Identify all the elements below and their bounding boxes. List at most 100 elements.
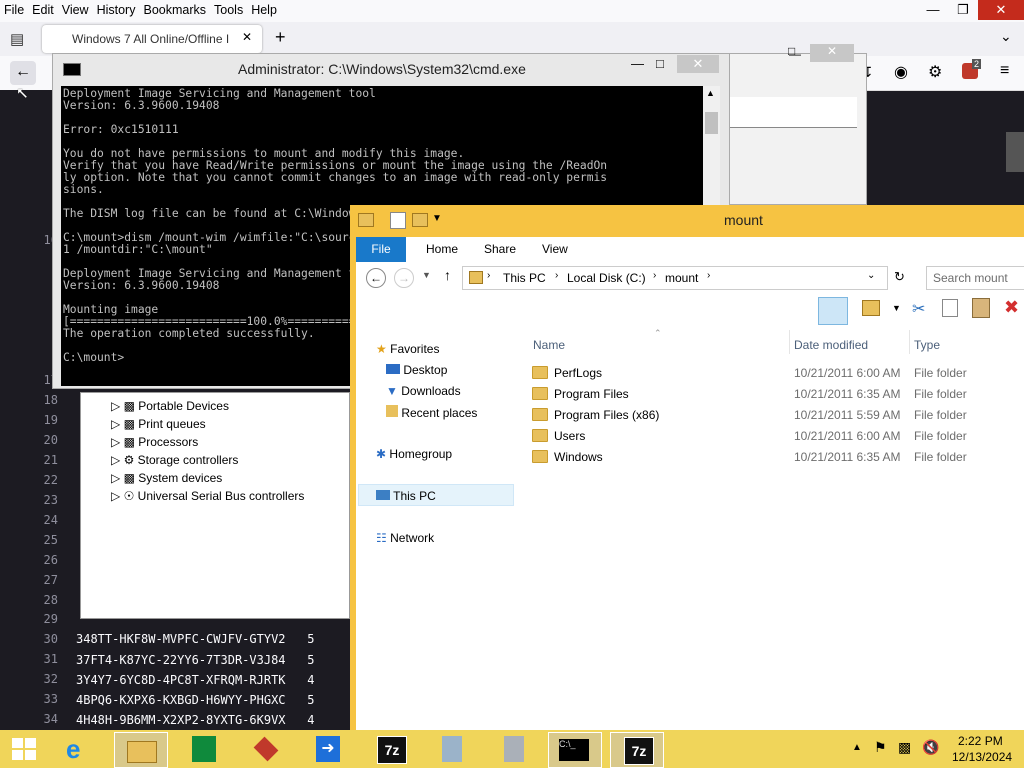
minimize-icon[interactable]: — — [631, 56, 644, 71]
column-header-date[interactable]: Date modified — [794, 338, 868, 352]
restore-icon[interactable]: ❐ — [948, 0, 978, 20]
clock-date[interactable]: 12/13/2024 — [952, 750, 1012, 764]
list-item[interactable]: Program Files (x86) 10/21/2011 5:59 AM Fil… — [356, 405, 1024, 426]
chevron-right-icon: › — [653, 270, 657, 281]
tab-close-icon[interactable]: ✕ — [242, 30, 252, 44]
tree-item[interactable]: ▷ ☉ Universal Serial Bus controllers — [111, 489, 304, 503]
line-number: 33 — [43, 692, 58, 706]
ie-taskbar-icon[interactable]: e — [54, 732, 106, 766]
close-icon[interactable]: ✕ — [810, 44, 854, 62]
up-icon[interactable]: ↑ — [444, 267, 451, 283]
breadcrumb-localdisk[interactable]: Local Disk (C:) — [567, 271, 646, 285]
new-folder-icon[interactable] — [412, 213, 428, 227]
tab-list-icon[interactable]: ▤ — [10, 30, 24, 48]
address-bar[interactable]: › This PC › Local Disk (C:) › mount › ⌄ — [462, 266, 888, 290]
preview-pane-icon[interactable] — [818, 297, 848, 325]
account-icon[interactable]: ◉ — [894, 62, 908, 82]
background-window-pane — [729, 97, 857, 128]
chevron-down-icon[interactable]: ⌄ — [1000, 28, 1012, 45]
column-divider[interactable] — [789, 330, 790, 354]
tree-item[interactable]: ▷ ▩ Processors — [111, 435, 198, 449]
tab-file[interactable]: File — [356, 237, 406, 262]
paste-icon[interactable] — [972, 298, 990, 318]
menu-bookmarks[interactable]: Bookmarks — [139, 0, 210, 17]
explorer-titlebar[interactable]: ▼ mount — [350, 205, 1024, 235]
menu-help[interactable]: Help — [247, 0, 281, 17]
tab-share[interactable]: Share — [484, 242, 516, 256]
nav-network[interactable]: ☷ Network — [376, 531, 434, 545]
explorer-taskbar-icon[interactable] — [114, 732, 168, 768]
close-icon[interactable]: ✕ — [677, 55, 719, 73]
cut-icon[interactable]: ✂ — [912, 299, 925, 319]
list-item[interactable]: PerfLogs 10/21/2011 6:00 AM File folder — [356, 363, 1024, 384]
refresh-icon[interactable]: ↻ — [894, 269, 905, 285]
store-taskbar-icon[interactable] — [178, 732, 230, 766]
forward-icon[interactable]: → — [394, 268, 414, 288]
column-header-name[interactable]: Name — [533, 338, 565, 352]
chevron-down-icon[interactable]: ⌄ — [867, 270, 875, 281]
tab-title: Windows 7 All Online/Offline I — [72, 32, 230, 46]
tree-item[interactable]: ▷ ▩ System devices — [111, 471, 222, 485]
nav-favorites[interactable]: ★ Favorites — [376, 342, 439, 356]
nav-thispc[interactable]: This PC — [376, 489, 436, 503]
close-icon[interactable]: ✕ — [978, 0, 1024, 20]
clock-time[interactable]: 2:22 PM — [958, 734, 1003, 748]
menu-history[interactable]: History — [93, 0, 140, 17]
ribbon-tabs: File Home Share View — [356, 237, 1024, 262]
copy-icon[interactable] — [942, 299, 958, 317]
menu-file[interactable]: File — [0, 0, 28, 17]
cmd-titlebar[interactable]: Administrator: C:\Windows\System32\cmd.e… — [53, 54, 729, 84]
back-icon[interactable]: ← — [10, 61, 36, 85]
app2-taskbar-icon[interactable]: ➜ — [302, 732, 354, 766]
app3-taskbar-icon[interactable] — [426, 732, 478, 766]
menu-tools[interactable]: Tools — [210, 0, 247, 17]
extensions-icon[interactable]: ⚙ — [928, 62, 942, 82]
delete-icon[interactable]: ✖ — [1004, 297, 1019, 318]
line-number: 19 — [43, 413, 58, 427]
tab-home[interactable]: Home — [426, 242, 458, 256]
recent-locations-icon[interactable]: ▼ — [422, 270, 431, 280]
column-divider[interactable] — [909, 330, 910, 354]
list-item[interactable]: Program Files 10/21/2011 6:35 AM File fold… — [356, 384, 1024, 405]
chevron-down-icon[interactable]: ▼ — [892, 303, 901, 313]
back-icon[interactable]: ← — [366, 268, 386, 288]
start-button[interactable] — [0, 732, 52, 766]
app-taskbar-icon[interactable] — [240, 732, 292, 766]
browser-tab[interactable]: Windows 7 All Online/Offline I ✕ — [42, 25, 262, 53]
scrollbar-thumb[interactable] — [1006, 132, 1024, 172]
show-hidden-icons[interactable]: ▲ — [852, 742, 862, 753]
line-number: 25 — [43, 533, 58, 547]
tree-item[interactable]: ▷ ▩ Portable Devices — [111, 399, 229, 413]
tab-view[interactable]: View — [542, 242, 568, 256]
menu-icon[interactable]: ≡ — [1000, 62, 1009, 80]
volume-muted-icon[interactable]: 🔇 — [922, 739, 939, 756]
7zip-taskbar-icon[interactable]: 7z — [364, 732, 416, 766]
scrollbar-thumb[interactable] — [705, 112, 718, 134]
checkbox-folder-icon[interactable] — [862, 300, 880, 316]
line-number: 24 — [43, 513, 58, 527]
flag-icon[interactable]: ⚑ — [874, 739, 887, 756]
search-input[interactable]: Search mount — [926, 266, 1024, 290]
breadcrumb-thispc[interactable]: This PC — [503, 271, 546, 285]
list-item[interactable]: Windows 10/21/2011 6:35 AM File folder — [356, 447, 1024, 468]
minimize-icon[interactable]: — — [918, 0, 948, 20]
scroll-up-icon[interactable]: ▲ — [706, 88, 715, 98]
list-item[interactable]: Users 10/21/2011 6:00 AM File folder — [356, 426, 1024, 447]
column-header-type[interactable]: Type — [914, 338, 940, 352]
properties-icon[interactable] — [390, 212, 406, 229]
maximize-icon[interactable]: □ — [656, 56, 664, 71]
maximize-icon[interactable]: □ — [788, 44, 795, 58]
cmd-taskbar-icon[interactable]: C:\_ — [548, 732, 602, 768]
tree-item[interactable]: ▷ ▩ Print queues — [111, 417, 206, 431]
7zip-active-taskbar-icon[interactable]: 7z — [610, 732, 664, 768]
sort-up-icon: ⌃ — [654, 328, 662, 338]
app4-taskbar-icon[interactable] — [488, 732, 540, 766]
network-icon[interactable]: ▩ — [898, 739, 911, 756]
breadcrumb-mount[interactable]: mount — [665, 271, 698, 285]
menu-edit[interactable]: Edit — [28, 0, 58, 17]
new-tab-icon[interactable]: + — [275, 27, 286, 48]
background-window: — — [720, 47, 867, 205]
chevron-down-icon[interactable]: ▼ — [432, 213, 442, 224]
tree-item[interactable]: ▷ ⚙ Storage controllers — [111, 453, 238, 467]
menu-view[interactable]: View — [58, 0, 93, 17]
